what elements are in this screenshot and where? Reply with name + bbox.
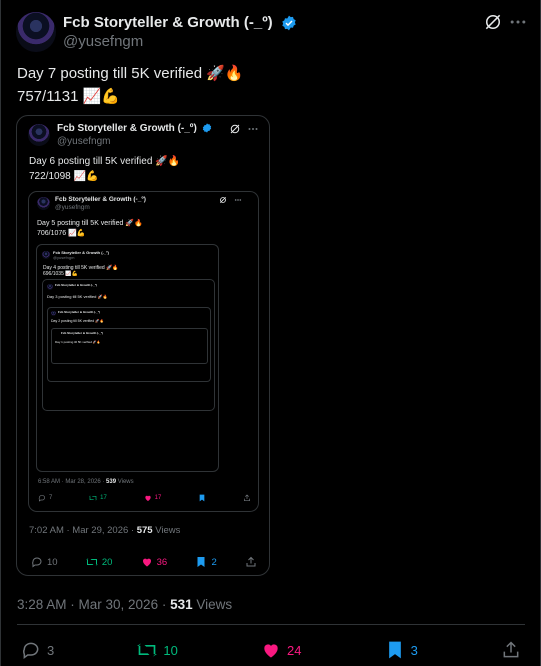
post-text-line-1: Day 7 posting till 5K verified 🚀🔥 [17,65,244,82]
timestamp: 6:58 AM · Mar 28, 2026 · 539 Views [38,479,134,485]
grok-icon [230,124,240,134]
view-count: 539 [106,479,117,485]
author-handle[interactable]: @yusefngm [63,33,143,50]
author-name: Fcb Storyteller & Growth (-_º) [58,310,100,314]
repost-button: 17 [89,494,107,502]
quoted-post[interactable]: Fcb Storyteller & Growth (-_º) @yusefngm… [16,115,270,576]
more-icon [234,199,242,201]
bookmark-icon [388,641,401,659]
author-handle: @yusefngm [55,204,90,211]
author-name: Fcb Storyteller & Growth (-_º) [61,331,103,335]
view-count: 531 [170,597,193,612]
avatar [37,197,50,210]
avatar [47,284,53,290]
reply-icon [32,557,42,568]
author-handle: @yusefngm [57,136,111,147]
quoted-post: Fcb Storyteller & Growth (-_º) @yusefngm… [28,191,259,512]
like-button: 17 [144,494,161,502]
reply-icon [23,642,39,659]
post: Fcb Storyteller & Growth (-_º) @yusefngm… [0,0,541,666]
share-icon [246,556,256,567]
more-icon [248,128,258,130]
bookmark-button[interactable]: 3 [385,640,418,660]
heart-icon [264,644,278,658]
post-text-line-1: Day 3 posting till 5K verified 🚀🔥 [47,294,108,299]
author-name: Fcb Storyteller & Growth (-_º) [57,123,212,134]
post-text-line-1: Day 5 posting till 5K verified 🚀🔥 [37,220,143,227]
bookmark-icon [197,557,205,567]
post-text-line-2: 722/1098 📈💪 [29,171,99,182]
quoted-post: Fcb Storyteller & Growth (-_º) Day 1 pos… [51,328,208,364]
author-name: Fcb Storyteller & Growth (-_º) [55,283,97,287]
author-name: Fcb Storyteller & Growth (-_º) [55,196,146,203]
bookmark-button: 2 [195,556,217,568]
quoted-post: Fcb Storyteller & Growth (-_º) Day 3 pos… [42,279,215,411]
verified-badge-icon [282,15,296,31]
share-button [243,494,251,502]
timestamp[interactable]: 3:28 AM · Mar 30, 2026 · 531 Views [17,597,232,612]
more-icon[interactable] [508,12,528,32]
share-icon [243,494,250,501]
author-handle: @yusefngm [53,255,75,260]
like-button: 36 [141,556,167,568]
share-button[interactable] [501,640,521,660]
share-button [245,556,257,568]
like-button[interactable]: 24 [261,640,301,660]
action-bar: 10 20 36 2 [31,556,257,568]
post-text-line-2: 706/1076 📈💪 [37,230,86,237]
heart-icon [142,558,151,567]
post-text-line-1: Day 2 posting till 5K verified 🚀🔥 [51,319,104,323]
repost-icon [89,495,98,501]
action-bar: 3 10 24 3 [21,640,521,660]
repost-icon [137,643,158,657]
avatar [51,311,56,316]
post-text-line-2: 696/1035 📈💪 [43,271,78,277]
divider [17,624,525,625]
post-text-line-1: Day 6 posting till 5K verified 🚀🔥 [29,156,181,167]
repost-icon [85,558,98,566]
bookmark-button [198,494,206,502]
heart-icon [144,495,151,501]
avatar [42,251,50,259]
quoted-post: Fcb Storyteller & Growth (-_º) @yusefngm… [36,244,219,472]
timestamp: 7:02 AM · Mar 29, 2026 · 575 Views [29,525,181,536]
post-text-line-2: 757/1131 📈💪 [17,88,120,105]
action-bar: 7 17 17 [38,494,251,502]
quoted-post: Fcb Storyteller & Growth (-_º) Day 2 pos… [47,307,211,382]
reply-button[interactable]: 3 [21,640,54,660]
grok-icon[interactable] [483,12,503,32]
repost-button: 20 [85,556,112,568]
post-text-line-1: Day 1 posting till 5K verified 🚀🔥 [55,340,101,344]
reply-button: 7 [38,494,52,502]
reply-button: 10 [31,556,58,568]
grok-icon [220,197,226,203]
repost-button[interactable]: 10 [137,640,178,660]
share-icon [503,641,519,658]
reply-icon [38,495,45,502]
bookmark-icon [199,494,205,502]
avatar[interactable] [16,12,56,52]
author-name[interactable]: Fcb Storyteller & Growth (-_º) [63,14,297,31]
verified-badge-icon [202,123,211,133]
view-count: 575 [136,525,153,536]
avatar [28,124,50,146]
